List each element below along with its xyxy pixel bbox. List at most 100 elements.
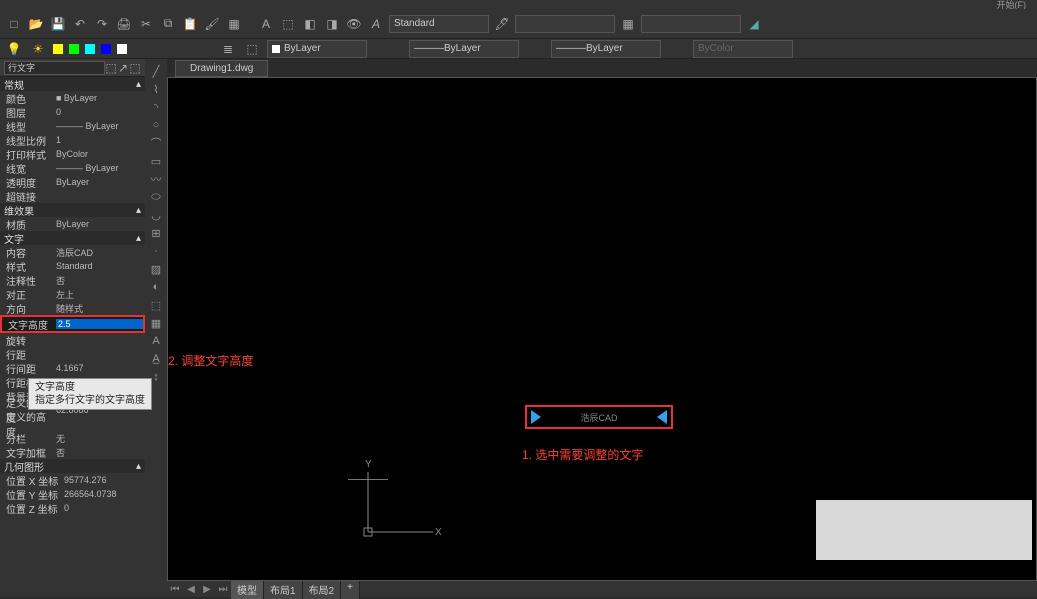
tab-scroll-last-icon[interactable]: ⏭ (215, 584, 231, 595)
layout-add-tab[interactable]: + (341, 580, 360, 599)
text-tool-icon[interactable]: A (147, 333, 165, 349)
region-icon[interactable]: ⬚ (147, 297, 165, 313)
prop-justify-value[interactable]: 左上 (54, 288, 145, 301)
tool-e-icon[interactable]: 👁 (345, 15, 363, 33)
arc2-icon[interactable]: ⌒ (147, 135, 165, 151)
arc1-icon[interactable]: ◝ (147, 99, 165, 115)
swatch-1[interactable] (53, 44, 63, 54)
prop-linetype-value[interactable]: ——— ByLayer (54, 121, 145, 131)
gradient-icon[interactable]: ◐ (147, 279, 165, 295)
section-general[interactable]: 常规▴ (0, 77, 145, 91)
watermark-block (816, 500, 1032, 560)
mtext-icon[interactable]: A̲ (147, 351, 165, 367)
undo-icon[interactable]: ↶ (71, 15, 89, 33)
prop-material-value[interactable]: ByLayer (54, 219, 145, 229)
prop-layer-value[interactable]: 0 (54, 107, 145, 117)
grid-icon[interactable]: ▦ (619, 15, 637, 33)
tab-scroll-first-icon[interactable]: ⏮ (167, 584, 183, 595)
polyline-icon[interactable]: ⌇ (147, 81, 165, 97)
tab-scroll-next-icon[interactable]: ▶ (199, 584, 215, 595)
point-icon[interactable]: · (147, 243, 165, 259)
prop-text-height-value[interactable]: 2.5 (56, 319, 143, 329)
tab-scroll-prev-icon[interactable]: ◀ (183, 584, 199, 595)
textstyle-dropdown[interactable]: Standard (389, 15, 489, 33)
prop-transparency-value[interactable]: ByLayer (54, 177, 145, 187)
tool-a-icon[interactable]: A (257, 15, 275, 33)
copy-icon[interactable]: ⧉ (159, 15, 177, 33)
prop-lineweight-label: 线宽 (6, 161, 54, 176)
ellipse-icon[interactable]: ⬭ (147, 189, 165, 205)
prop-btn-3-icon[interactable]: ⬚ (129, 59, 141, 77)
cut-icon[interactable]: ✂ (137, 15, 155, 33)
prop-posx-value[interactable]: 95774.276 (62, 475, 145, 485)
tool-c-icon[interactable]: ◧ (301, 15, 319, 33)
prop-btn-2-icon[interactable]: ↗ (117, 59, 129, 77)
prop-direction-value[interactable]: 随样式 (54, 302, 145, 315)
drawing-tab[interactable]: Drawing1.dwg (175, 60, 268, 77)
prop-style-value[interactable]: Standard (54, 261, 145, 271)
drawing-canvas[interactable]: 浩辰CAD 1. 选中需要调整的文字 Y X (167, 77, 1037, 581)
prop-btn-1-icon[interactable]: ⬚ (105, 59, 117, 77)
hatch-small-icon[interactable]: ◢ (745, 15, 763, 33)
layout2-tab[interactable]: 布局2 (303, 580, 342, 599)
table-icon[interactable]: ▦ (147, 315, 165, 331)
prop-annotative-value[interactable]: 否 (54, 274, 145, 287)
model-tab[interactable]: 模型 (231, 580, 264, 599)
prop-ltscale-label: 线型比例 (6, 133, 54, 148)
prop-lineweight-value[interactable]: ——— ByLayer (54, 163, 145, 173)
prop-ltscale-value[interactable]: 1 (54, 135, 145, 145)
swatch-4[interactable] (101, 44, 111, 54)
save-icon[interactable]: 💾 (49, 15, 67, 33)
hatch-icon[interactable]: ▨ (147, 261, 165, 277)
prop-content-value[interactable]: 浩辰CAD (54, 246, 145, 259)
block-tool-icon[interactable]: ⊞ (147, 225, 165, 241)
prop-plotstyle-value[interactable]: ByColor (54, 149, 145, 159)
open-icon[interactable]: 📂 (27, 15, 45, 33)
swatch-3[interactable] (85, 44, 95, 54)
new-icon[interactable]: □ (5, 15, 23, 33)
redo-icon[interactable]: ↷ (93, 15, 111, 33)
section-3d[interactable]: 维效果▴ (0, 203, 145, 217)
swatch-2[interactable] (69, 44, 79, 54)
text-a-icon[interactable]: A (367, 15, 385, 33)
circle-icon[interactable]: ○ (147, 117, 165, 133)
plotstyle-dropdown[interactable]: ByColor (693, 40, 793, 58)
ellipse-arc-icon[interactable]: ◡ (147, 207, 165, 223)
tool-d-icon[interactable]: ◨ (323, 15, 341, 33)
rect-icon[interactable]: ▭ (147, 153, 165, 169)
line-icon[interactable]: ╱ (147, 63, 165, 79)
prop-posz-value[interactable]: 0 (62, 503, 145, 513)
grip-right-icon[interactable] (657, 410, 667, 424)
light-icon[interactable]: 💡 (5, 40, 23, 58)
prop-color-value[interactable]: ■ ByLayer (54, 93, 145, 103)
selected-text-object[interactable]: 浩辰CAD (525, 405, 673, 429)
lineweight-dropdown[interactable]: ——— ByLayer (551, 40, 661, 58)
section-geom[interactable]: 几何图形▴ (0, 459, 145, 473)
model-layout-bar: ⏮ ◀ ▶ ⏭ 模型 布局1 布局2 + (167, 581, 1037, 597)
layer-color-dropdown[interactable]: ByLayer (267, 40, 367, 58)
brush-icon[interactable]: 🖊 (493, 15, 511, 33)
prop-posy-value[interactable]: 266564.0738 (62, 489, 145, 499)
paste-icon[interactable]: 📋 (181, 15, 199, 33)
prop-textframe-value[interactable]: 否 (54, 446, 145, 459)
layer-icon[interactable]: ≣ (219, 40, 237, 58)
prop-linespacing-value[interactable]: 4.1667 (54, 363, 145, 373)
tool-b-icon[interactable]: ⬚ (279, 15, 297, 33)
print-icon[interactable]: 🖨 (115, 15, 133, 33)
match-icon[interactable]: 🖌 (203, 15, 221, 33)
prop-columns-value[interactable]: 无 (54, 432, 145, 445)
swatch-5[interactable] (117, 44, 127, 54)
sun-icon[interactable]: ☀ (29, 40, 47, 58)
object-type-dropdown[interactable]: 行文字 (4, 61, 105, 75)
annotation-step2: 2. 调整文字高度 (168, 352, 253, 369)
prop-text-height-row[interactable]: 文字高度2.5 (0, 315, 145, 333)
layout1-tab[interactable]: 布局1 (264, 580, 303, 599)
empty-dropdown-1[interactable] (515, 15, 615, 33)
block-icon[interactable]: ▦ (225, 15, 243, 33)
empty-dropdown-2[interactable] (641, 15, 741, 33)
spline-icon[interactable]: 〰 (147, 171, 165, 187)
section-text[interactable]: 文字▴ (0, 231, 145, 245)
grip-left-icon[interactable] (531, 410, 541, 424)
layerp-icon[interactable]: ⬚ (243, 40, 261, 58)
linetype-dropdown[interactable]: ——— ByLayer (409, 40, 519, 58)
